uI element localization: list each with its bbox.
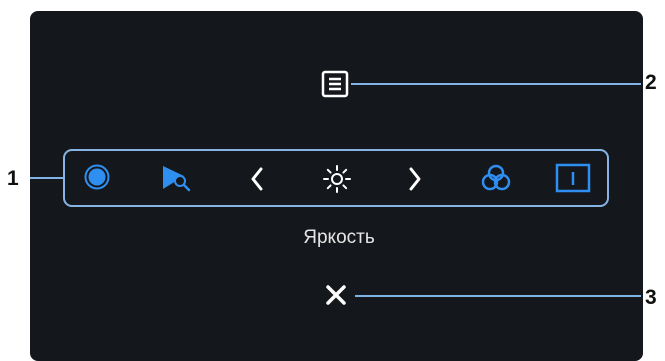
chevron-right-icon[interactable] — [407, 166, 423, 192]
callout-3-line — [355, 295, 641, 297]
info-icon[interactable] — [555, 162, 591, 194]
menu-icon[interactable] — [319, 68, 351, 100]
preset-modes-icon[interactable] — [83, 163, 111, 191]
callout-2-number: 2 — [645, 71, 657, 94]
input-source-icon[interactable] — [160, 163, 194, 193]
callout-3-number: 3 — [645, 286, 657, 309]
chevron-left-icon[interactable] — [249, 166, 265, 192]
callout-2-line — [351, 83, 641, 85]
callout-1-line — [30, 177, 63, 179]
brightness-icon[interactable] — [321, 163, 353, 195]
osd-diagram: Яркость 1 2 3 — [0, 0, 665, 361]
current-function-label: Яркость — [303, 227, 375, 248]
callout-1-number: 1 — [7, 167, 19, 190]
color-icon[interactable] — [479, 163, 513, 193]
close-icon[interactable] — [324, 283, 348, 307]
